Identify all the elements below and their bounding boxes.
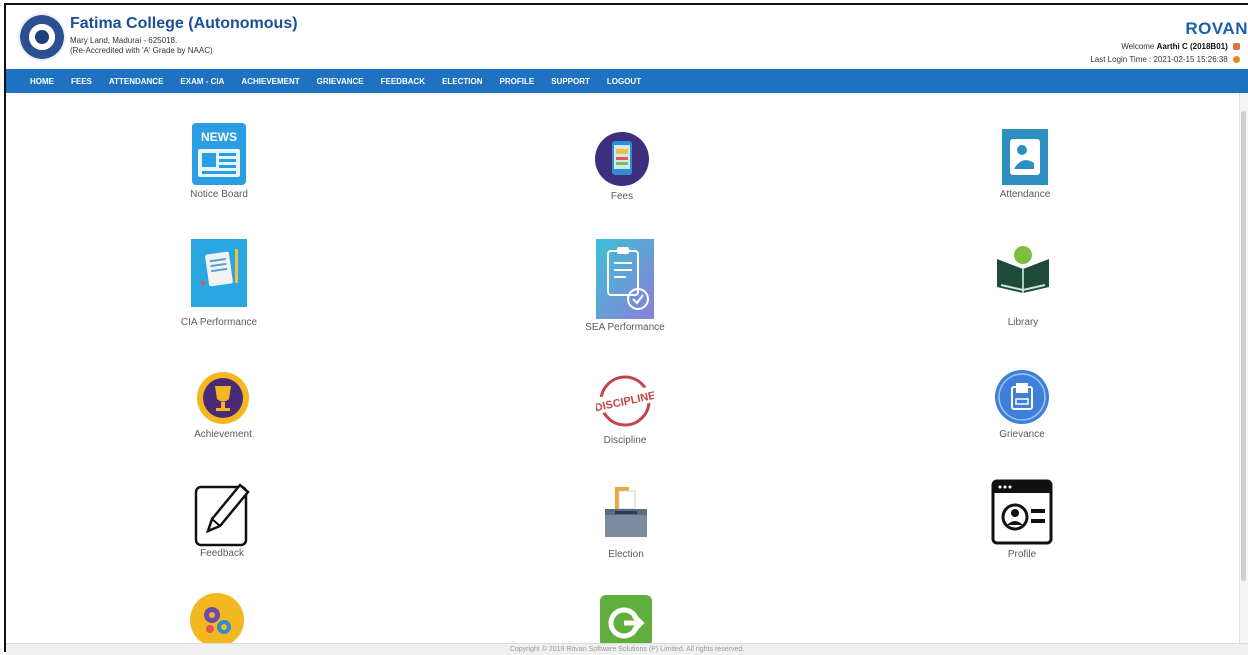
tile-label: Notice Board [190,189,248,200]
tile-label: Profile [1007,549,1037,560]
nav-achievement[interactable]: ACHIEVEMENT [241,77,299,86]
tile-cia-performance[interactable]: CIA Performance [119,239,319,328]
nav-attendance[interactable]: ATTENDANCE [109,77,164,86]
nav-support[interactable]: SUPPORT [551,77,590,86]
tile-label: CIA Performance [180,317,258,328]
scrollbar-thumb[interactable] [1241,111,1246,581]
tile-label: Election [608,549,644,560]
tile-label: SEA Performance [585,322,665,333]
tile-attendance[interactable]: Attendance [925,129,1125,200]
last-login: Last Login Time : 2021-02-15 15:26:38 [1090,55,1240,64]
user-name: Aarthi C (2018B01) [1156,42,1228,51]
clipboard-check-icon [596,239,654,319]
nav-feedback[interactable]: FEEDBACK [381,77,425,86]
brand-logo-text: ROVAN [1185,19,1248,38]
header: Fatima College (Autonomous) Mary Land, M… [6,5,1248,69]
tile-support[interactable] [117,593,317,643]
nav-grievance[interactable]: GRIEVANCE [317,77,364,86]
trophy-icon [196,371,250,425]
logout-mini-icon[interactable] [1233,56,1240,64]
welcome-text: Welcome Aarthi C (2018B01) [1121,42,1240,51]
news-icon-text: NEWS [201,130,237,144]
profile-card-icon [991,479,1053,545]
pencil-edit-icon [194,479,250,547]
tile-label: Grievance [999,429,1045,440]
tile-fees[interactable]: Fees [522,131,722,202]
tile-library[interactable]: Library [923,245,1123,328]
tile-election[interactable]: Election [526,485,726,560]
vertical-scrollbar[interactable] [1239,93,1248,645]
footer: Copyright © 2019 Rovan Software Solution… [6,643,1248,655]
college-name: Fatima College (Autonomous) [70,15,298,32]
tile-logout[interactable] [526,595,726,643]
accreditation-line: (Re-Accredited with 'A' Grade by NAAC) [70,46,213,55]
discipline-stamp-icon: DISCIPLINE [596,375,654,427]
tile-feedback[interactable]: Feedback [122,479,322,559]
attendance-icon [1002,129,1048,185]
tile-grievance[interactable]: Grievance [922,369,1122,440]
nav-election[interactable]: ELECTION [442,77,482,86]
tile-label: Attendance [999,189,1051,200]
college-address: Mary Land, Madurai - 625018. (Re-Accredi… [70,36,213,56]
nav-fees[interactable]: FEES [71,77,92,86]
grievance-box-icon [994,369,1050,425]
nav-home[interactable]: HOME [30,77,54,86]
library-book-icon [995,245,1051,293]
tile-label: Fees [610,191,634,202]
main-nav: HOME FEES ATTENDANCE EXAM - CIA ACHIEVEM… [6,69,1248,93]
cia-report-icon [191,239,247,307]
page-frame: Fatima College (Autonomous) Mary Land, M… [4,3,1248,655]
mobile-payment-icon [595,131,649,187]
support-gears-icon [190,593,244,643]
user-menu-icon[interactable] [1233,43,1240,51]
ballot-box-icon [601,485,651,541]
tile-profile[interactable]: Profile [922,479,1122,560]
tile-label: Library [1007,317,1039,328]
tile-label: Discipline [603,435,647,446]
tile-sea-performance[interactable]: SEA Performance [525,239,725,333]
college-seal-logo [18,13,66,61]
nav-logout[interactable]: LOGOUT [607,77,641,86]
address-line: Mary Land, Madurai - 625018. [70,36,178,45]
logout-icon [600,595,652,643]
tile-label: Achievement [194,429,252,440]
tile-notice-board[interactable]: NEWS Notice Board [119,123,319,200]
tile-label: Feedback [200,548,244,559]
tile-discipline[interactable]: DISCIPLINE Discipline [525,375,725,446]
last-login-text: Last Login Time : 2021-02-15 15:26:38 [1090,55,1228,64]
news-icon: NEWS [192,123,246,185]
nav-exam-cia[interactable]: EXAM - CIA [180,77,224,86]
tile-achievement[interactable]: Achievement [123,371,323,440]
nav-profile[interactable]: PROFILE [500,77,535,86]
welcome-prefix: Welcome [1121,42,1155,51]
